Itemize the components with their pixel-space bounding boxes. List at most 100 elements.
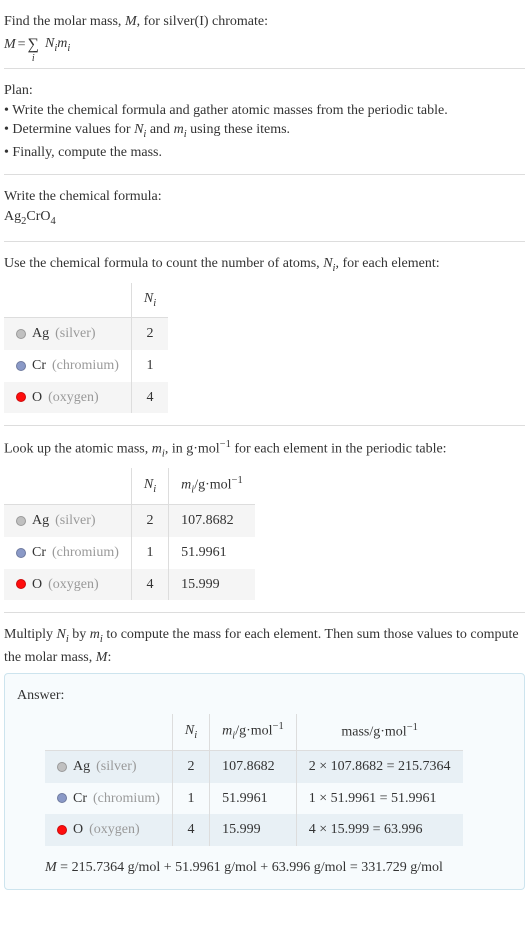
element-cell: Cr (chromium) [45,783,172,815]
table-row: Ag (silver)2107.8682 [4,505,255,537]
table-row: Ag (silver)2107.86822 × 107.8682 = 215.7… [45,751,463,783]
molar-mass-equation: M = ∑ i Nimi [4,34,525,56]
plan-bullet-2: • Determine values for Ni and mi using t… [4,120,525,142]
element-cell: O (oxygen) [45,814,172,846]
element-cell: Ag (silver) [4,505,131,537]
atomic-mass-section: Look up the atomic mass, mi, in g·mol−1 … [4,430,525,608]
final-answer: M = 215.7364 g/mol + 51.9961 g/mol + 63.… [45,858,512,878]
chemical-formula: Ag2CrO4 [4,207,525,229]
mass-calc: 1 × 51.9961 = 51.9961 [296,783,462,815]
mass-calc: 2 × 107.8682 = 215.7364 [296,751,462,783]
element-name: (oxygen) [48,388,99,408]
n-value: 4 [131,569,168,601]
element-dot-icon [57,825,67,835]
chemical-formula-section: Write the chemical formula: Ag2CrO4 [4,179,525,237]
intro-section: Find the molar mass, M, for silver(I) ch… [4,4,525,64]
element-dot-icon [16,516,26,526]
table-row: Cr (chromium)151.99611 × 51.9961 = 51.99… [45,783,463,815]
element-name: (chromium) [52,356,119,376]
element-symbol: Ag [32,511,49,531]
m-value: 15.999 [169,569,255,601]
plan-bullet-1: • Write the chemical formula and gather … [4,101,525,121]
divider [4,241,525,242]
multiply-intro: Multiply Ni by mi to compute the mass fo… [4,625,525,667]
header-mi: mi/g·mol−1 [210,714,297,751]
answer-table: Ni mi/g·mol−1 mass/g·mol−1 Ag (silver)21… [45,714,463,846]
table-row: O (oxygen)415.999 [4,569,255,601]
mass-intro: Look up the atomic mass, mi, in g·mol−1 … [4,438,525,462]
element-cell: Cr (chromium) [4,537,131,569]
divider [4,612,525,613]
element-cell: O (oxygen) [4,382,131,414]
table-row: O (oxygen)4 [4,382,168,414]
element-name: (oxygen) [89,820,140,840]
formula-title: Write the chemical formula: [4,187,525,207]
element-cell: Ag (silver) [45,751,172,783]
element-symbol: O [32,388,42,408]
plan-title: Plan: [4,81,525,101]
table-header-row: Ni mi/g·mol−1 mass/g·mol−1 [45,714,463,751]
element-dot-icon [16,329,26,339]
element-dot-icon [16,579,26,589]
element-cell: Ag (silver) [4,318,131,350]
n-value: 4 [131,382,168,414]
element-cell: O (oxygen) [4,569,131,601]
table-row: O (oxygen)415.9994 × 15.999 = 63.996 [45,814,463,846]
header-ni: Ni [131,283,168,318]
element-dot-icon [57,762,67,772]
m-value: 107.8682 [169,505,255,537]
n-value: 1 [131,537,168,569]
m-value: 51.9961 [210,783,297,815]
n-value: 2 [172,751,209,783]
element-symbol: Ag [73,757,90,777]
header-mass: mass/g·mol−1 [296,714,462,751]
divider [4,425,525,426]
element-cell: Cr (chromium) [4,350,131,382]
element-dot-icon [16,392,26,402]
atomic-mass-table: Ni mi/g·mol−1 Ag (silver)2107.8682Cr (ch… [4,468,255,600]
answer-title: Answer: [17,686,512,706]
n-value: 2 [131,505,168,537]
table-header-row: Ni [4,283,168,318]
element-symbol: Cr [32,356,46,376]
m-value: 51.9961 [169,537,255,569]
count-intro: Use the chemical formula to count the nu… [4,254,525,276]
header-ni: Ni [172,714,209,751]
element-dot-icon [16,548,26,558]
header-mi: mi/g·mol−1 [169,468,255,505]
element-name: (oxygen) [48,575,99,595]
header-ni: Ni [131,468,168,505]
element-dot-icon [57,793,67,803]
mass-calc: 4 × 15.999 = 63.996 [296,814,462,846]
plan-section: Plan: • Write the chemical formula and g… [4,73,525,170]
n-value: 2 [131,318,168,350]
element-name: (silver) [55,324,95,344]
element-dot-icon [16,361,26,371]
element-name: (silver) [96,757,136,777]
divider [4,174,525,175]
m-value: 107.8682 [210,751,297,783]
table-row: Cr (chromium)151.9961 [4,537,255,569]
table-row: Ag (silver)2 [4,318,168,350]
table-header-row: Ni mi/g·mol−1 [4,468,255,505]
element-name: (chromium) [93,789,160,809]
element-symbol: Cr [73,789,87,809]
element-name: (silver) [55,511,95,531]
element-symbol: Ag [32,324,49,344]
multiply-section: Multiply Ni by mi to compute the mass fo… [4,617,525,898]
element-symbol: Cr [32,543,46,563]
divider [4,68,525,69]
n-value: 1 [131,350,168,382]
intro-text: Find the molar mass, M, for silver(I) ch… [4,12,525,32]
plan-bullet-3: • Finally, compute the mass. [4,143,525,163]
n-value: 1 [172,783,209,815]
element-name: (chromium) [52,543,119,563]
m-value: 15.999 [210,814,297,846]
element-symbol: O [32,575,42,595]
atom-count-table: Ni Ag (silver)2Cr (chromium)1O (oxygen)4 [4,283,168,413]
n-value: 4 [172,814,209,846]
element-symbol: O [73,820,83,840]
count-atoms-section: Use the chemical formula to count the nu… [4,246,525,421]
table-row: Cr (chromium)1 [4,350,168,382]
answer-box: Answer: Ni mi/g·mol−1 mass/g·mol−1 Ag (s… [4,673,525,890]
